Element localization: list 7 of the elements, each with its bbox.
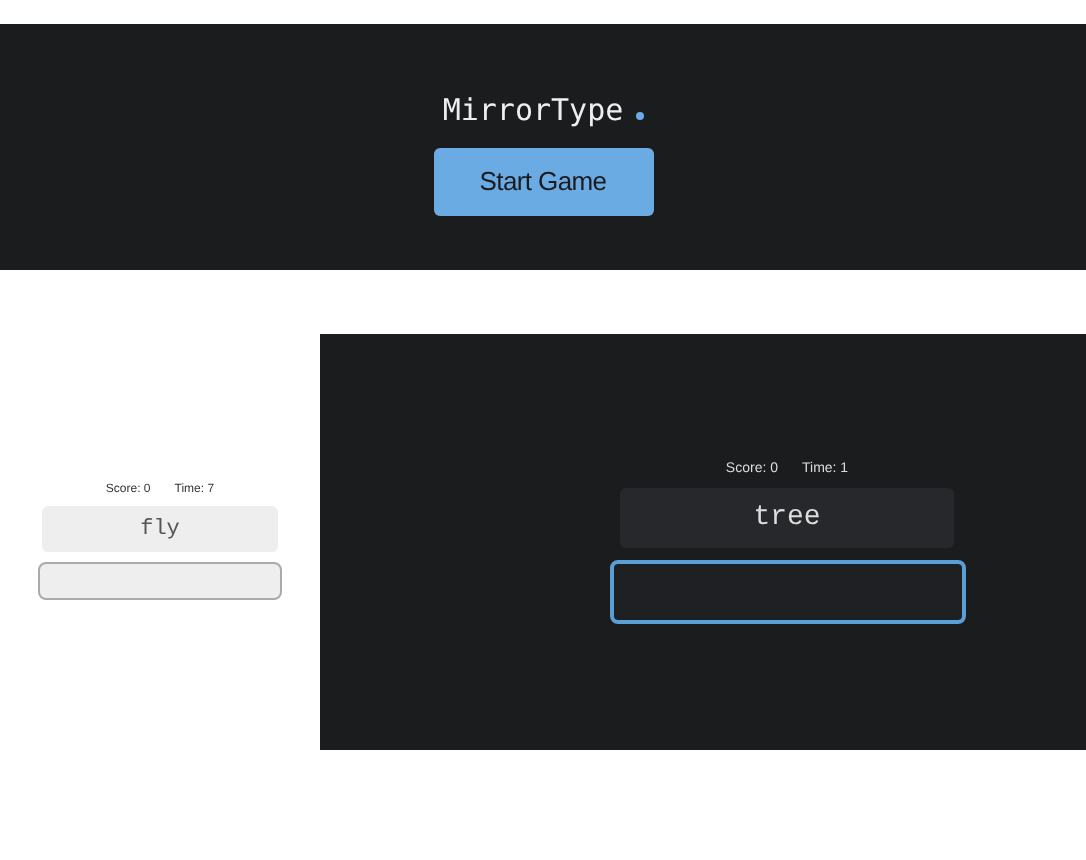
target-word: tree — [620, 487, 954, 547]
app-title: MirrorType — [442, 91, 624, 127]
typing-input[interactable] — [38, 562, 282, 600]
target-word: fly — [42, 506, 278, 552]
dot-icon — [635, 111, 644, 119]
typing-input[interactable] — [609, 559, 965, 623]
start-game-button[interactable]: Start Game — [433, 147, 653, 215]
